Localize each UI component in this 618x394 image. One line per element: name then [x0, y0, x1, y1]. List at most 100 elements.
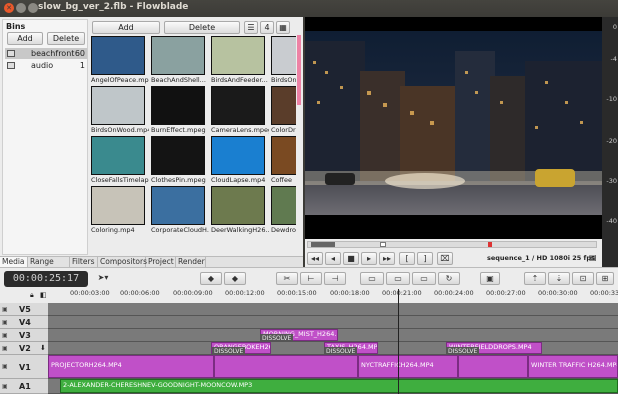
zoom-out-icon[interactable]: ◆	[224, 272, 246, 285]
solo-icon[interactable]: ◧	[40, 291, 47, 299]
timeline-playhead[interactable]	[398, 289, 399, 394]
maximize-window-icon[interactable]	[28, 3, 38, 13]
clip-thumbnail[interactable]	[271, 86, 296, 125]
clear-marks-icon[interactable]: ⌧	[437, 252, 453, 265]
media-clip-item[interactable]: DeerWalkingH26...	[211, 186, 269, 236]
resync-icon[interactable]: ↻	[438, 272, 460, 285]
track-header-v5[interactable]: ▣ V5	[0, 303, 48, 316]
track-lane-v3[interactable]: MORNING_MIST_H264.MP4 DISSOLVE	[48, 329, 618, 343]
append-icon[interactable]: ▭	[386, 272, 410, 285]
mark-in-icon[interactable]: [	[399, 252, 415, 265]
clip-thumbnail[interactable]	[151, 36, 205, 75]
clip-nyc-traffic[interactable]: NYCTRAFFICH264.MP4	[358, 355, 458, 378]
track-lock-icon[interactable]: ▣	[2, 306, 12, 313]
media-clip-item[interactable]: CloseFallsTimelap...	[91, 136, 149, 186]
delete-bin-button[interactable]: Delete	[47, 32, 85, 45]
insert-icon[interactable]: ▭	[360, 272, 384, 285]
media-clip-item[interactable]: BurnEffect.mpeg	[151, 86, 206, 136]
track-header-v1[interactable]: ▣ V1	[0, 355, 48, 379]
clip-audio-goodnight-mooncow[interactable]: 2-ALEXANDER-CHERESHNEV-GOODNIGHT-MOONCOW…	[60, 379, 618, 393]
position-handle[interactable]	[311, 242, 335, 247]
timeline-menu-icon[interactable]: ⊞	[596, 272, 614, 285]
minimize-window-icon[interactable]	[16, 3, 26, 13]
media-clip-item[interactable]: CorporateCloudH...	[151, 186, 209, 236]
add-bin-button[interactable]: Add	[7, 32, 43, 45]
track-header-v3[interactable]: ▣ V3	[0, 329, 48, 342]
track-header-v2[interactable]: ▣ V2 ⬇	[0, 342, 48, 355]
bin-item-beachfront[interactable]: beachfront 60	[5, 48, 87, 59]
track-lock-icon[interactable]: ▣	[2, 363, 12, 370]
clip-thumbnail[interactable]	[151, 186, 205, 225]
clip-thumbnail[interactable]	[91, 36, 145, 75]
play-icon[interactable]: ▸	[361, 252, 377, 265]
clip-winter-traffic[interactable]: WINTER TRAFFIC H264.MP4	[528, 355, 618, 378]
mark-out-icon[interactable]: ]	[417, 252, 433, 265]
track-header-a1[interactable]: ▣ A1	[0, 379, 48, 394]
bin-item-audio[interactable]: audio 1	[5, 60, 87, 71]
media-clip-item[interactable]: BirdsOn	[271, 36, 296, 86]
track-lane-a1[interactable]: 2-ALEXANDER-CHERESHNEV-GOODNIGHT-MOONCOW…	[48, 379, 618, 394]
track-lock-icon[interactable]: ▣	[2, 332, 12, 339]
close-window-icon[interactable]: ✕	[4, 3, 14, 13]
track-lane-v5[interactable]	[48, 303, 618, 316]
media-clip-item[interactable]: ColorDr	[271, 86, 296, 136]
overwrite-icon[interactable]: ▭	[412, 272, 436, 285]
track-lane-v1[interactable]: PROJECTORH264.MP4 NYCTRAFFICH264.MP4 WIN…	[48, 355, 618, 379]
list-view-icon[interactable]: ☰	[244, 21, 258, 34]
timeline-ruler[interactable]: 🔒︎ ◧ 00:00:03:00 00:00:06:00 00:00:09:00…	[0, 289, 618, 303]
track-lock-icon[interactable]: ▣	[2, 345, 12, 352]
compositor-icon[interactable]: ▣	[480, 272, 500, 285]
clip-thumbnail[interactable]	[271, 136, 296, 175]
track-up-icon[interactable]: ⇡	[524, 272, 546, 285]
media-clip-item[interactable]: ClothesPin.mpeg	[151, 136, 206, 186]
clip-thumbnail[interactable]	[151, 86, 205, 125]
clip-thumbnail[interactable]	[91, 136, 145, 175]
track-lock-icon[interactable]: ▣	[2, 319, 12, 326]
track-expand-icon[interactable]: ⬇	[40, 344, 46, 352]
add-media-button[interactable]: Add	[92, 21, 160, 34]
next-frame-icon[interactable]: ▸▸	[379, 252, 395, 265]
clip-v1-middle[interactable]	[214, 355, 358, 378]
clip-thumbnail[interactable]	[271, 186, 296, 225]
media-clip-item[interactable]: BeachAndShell...	[151, 36, 206, 86]
media-clip-item[interactable]: Coloring.mp4	[91, 186, 145, 236]
media-clip-item[interactable]: Dewdro	[271, 186, 296, 236]
media-scrollbar[interactable]	[297, 35, 301, 105]
columns-spinner[interactable]: 4	[260, 21, 274, 34]
clip-thumbnail[interactable]	[151, 136, 205, 175]
play-back-icon[interactable]: ◂	[325, 252, 341, 265]
splice-out-icon[interactable]: ⊢	[300, 272, 322, 285]
lock-icon[interactable]: 🔒︎	[30, 291, 34, 300]
position-bar[interactable]	[307, 241, 597, 248]
grid-view-icon[interactable]: ▦	[276, 21, 290, 34]
clip-thumbnail[interactable]	[211, 36, 265, 75]
lift-icon[interactable]: ⊣	[324, 272, 346, 285]
delete-media-button[interactable]: Delete	[164, 21, 240, 34]
track-lane-v2[interactable]: ORANGEBOKEH264.MP4 TAXIS_H264.MP4 WINTER…	[48, 342, 618, 356]
zoom-in-icon[interactable]: ◆	[200, 272, 222, 285]
media-clip-item[interactable]: AngelOfPeace.mp4	[91, 36, 149, 86]
media-clip-item[interactable]: BirdsOnWood.mp4	[91, 86, 149, 136]
clip-thumbnail[interactable]	[91, 86, 145, 125]
track-lane-v4[interactable]	[48, 316, 618, 329]
track-down-icon[interactable]: ⇣	[548, 272, 570, 285]
media-clip-item[interactable]: CameraLens.mpeg	[211, 86, 269, 136]
track-lock-icon[interactable]: ▣	[2, 383, 12, 390]
snap-icon[interactable]: ⊡	[572, 272, 594, 285]
clip-thumbnail[interactable]	[211, 136, 265, 175]
media-clip-item[interactable]: Coffee	[271, 136, 296, 186]
clip-thumbnail[interactable]	[271, 36, 296, 75]
clip-thumbnail[interactable]	[211, 86, 265, 125]
playhead-marker[interactable]	[380, 242, 386, 247]
media-clip-item[interactable]: CloudLapse.mp4	[211, 136, 265, 186]
clip-projector[interactable]: PROJECTORH264.MP4	[48, 355, 214, 378]
edit-mode-icon[interactable]: ➤▾	[92, 272, 114, 285]
clip-thumbnail[interactable]	[91, 186, 145, 225]
monitor-menu-icon[interactable]: ▤	[589, 253, 597, 262]
media-clip-item[interactable]: BirdsAndFeeder...	[211, 36, 268, 86]
track-header-v4[interactable]: ▣ V4	[0, 316, 48, 329]
prev-frame-icon[interactable]: ◂◂	[307, 252, 323, 265]
clip-thumbnail[interactable]	[211, 186, 265, 225]
stop-icon[interactable]: ■	[343, 252, 359, 265]
clip-v1-gap[interactable]	[458, 355, 528, 378]
